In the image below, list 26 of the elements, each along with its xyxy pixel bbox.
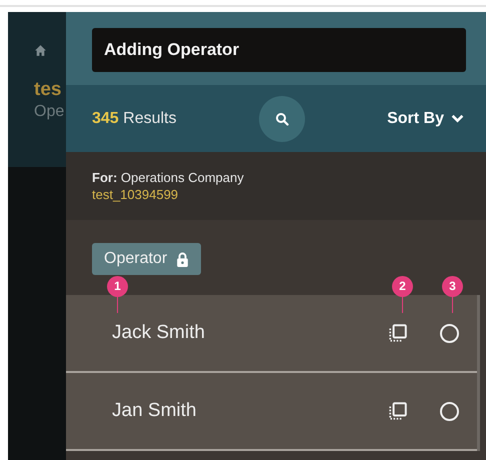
copy-icon[interactable]: [388, 401, 408, 421]
copy-icon[interactable]: [388, 323, 408, 343]
results-count: 345 Results: [92, 110, 178, 128]
radio-button[interactable]: [440, 324, 459, 342]
search-icon: [275, 112, 289, 126]
leader-line: [402, 297, 403, 313]
callout-marker: 1: [107, 276, 128, 297]
callout-marker: 2: [392, 276, 413, 297]
search-field[interactable]: Adding Operator: [92, 28, 466, 72]
context-id: test_10394599: [92, 187, 180, 202]
search-button[interactable]: [259, 96, 305, 142]
leader-line: [452, 297, 453, 313]
callout-marker: 3: [442, 276, 463, 297]
record-subtitle: Ope: [34, 103, 66, 121]
context-company: For: Operations Company: [92, 170, 245, 185]
record-title: tes: [34, 79, 62, 101]
result-row[interactable]: Jan Smith: [66, 373, 477, 451]
person-name: Jan Smith: [112, 400, 198, 422]
operator-chip[interactable]: Operator: [92, 243, 202, 275]
chevron-down-icon: [451, 114, 464, 123]
person-name: Jack Smith: [112, 322, 206, 344]
leader-line: [117, 297, 118, 313]
radio-button[interactable]: [440, 402, 459, 420]
result-row[interactable]: Jack Smith: [66, 295, 477, 373]
home-icon[interactable]: [34, 44, 47, 57]
sort-button[interactable]: Sort By: [387, 110, 464, 128]
